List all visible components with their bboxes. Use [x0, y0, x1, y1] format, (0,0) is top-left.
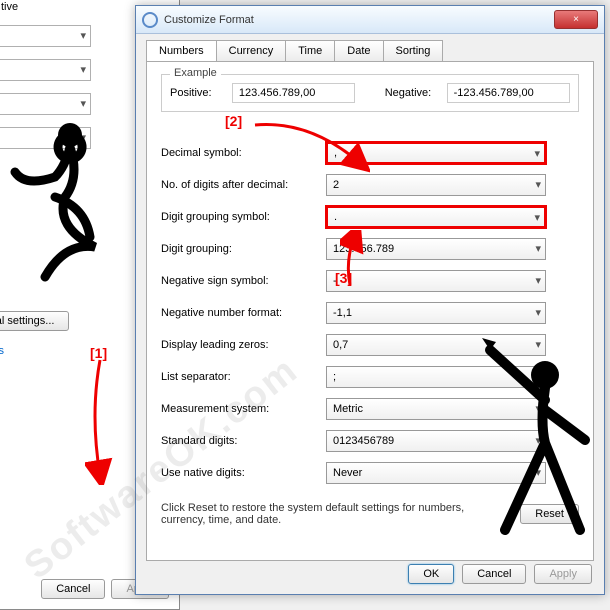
select-digits-after[interactable]: 2 [326, 174, 546, 196]
select-native-digits[interactable]: Never [326, 462, 546, 484]
select-decimal-symbol[interactable]: , [326, 142, 546, 164]
tab-date[interactable]: Date [334, 40, 383, 61]
titlebar: Customize Format × [136, 6, 604, 34]
label-std-digits: Standard digits: [161, 435, 326, 447]
select-grouping-symbol[interactable]: . [326, 206, 546, 228]
select-leading-zeros[interactable]: 0,7 [326, 334, 546, 356]
label-native-digits: Use native digits: [161, 467, 326, 479]
reset-button[interactable]: Reset [520, 504, 579, 524]
tab-numbers[interactable]: Numbers [146, 40, 217, 61]
bg-dropdown[interactable] [0, 59, 91, 81]
label-grouping-symbol: Digit grouping symbol: [161, 211, 326, 223]
negative-label: Negative: [385, 87, 437, 99]
select-neg-format[interactable]: -1,1 [326, 302, 546, 324]
select-measurement[interactable]: Metric [326, 398, 546, 420]
positive-label: Positive: [170, 87, 222, 99]
reset-text: Click Reset to restore the system defaul… [161, 502, 510, 526]
tab-time[interactable]: Time [285, 40, 335, 61]
tab-strip: Numbers Currency Time Date Sorting [136, 34, 604, 61]
label-neg-sign: Negative sign symbol: [161, 275, 326, 287]
customize-format-dialog: Customize Format × Numbers Currency Time… [135, 5, 605, 595]
additional-settings-button[interactable]: Additional settings... [0, 311, 69, 331]
cancel-button[interactable]: Cancel [462, 564, 526, 584]
label-neg-format: Negative number format: [161, 307, 326, 319]
dialog-title: Customize Format [164, 14, 554, 26]
positive-value: 123.456.789,00 [232, 83, 355, 103]
label-digits-after: No. of digits after decimal: [161, 179, 326, 191]
label-leading-zeros: Display leading zeros: [161, 339, 326, 351]
example-group: Example Positive: 123.456.789,00 Negativ… [161, 74, 579, 112]
bg-cancel-button[interactable]: Cancel [41, 579, 105, 599]
label-decimal-symbol: Decimal symbol: [161, 147, 326, 159]
bg-dropdown[interactable] [0, 127, 91, 149]
select-grouping[interactable]: 123.456.789 [326, 238, 546, 260]
label-grouping: Digit grouping: [161, 243, 326, 255]
apply-button: Apply [534, 564, 592, 584]
tab-body: Example Positive: 123.456.789,00 Negativ… [146, 61, 594, 561]
label-measurement: Measurement system: [161, 403, 326, 415]
label-list-sep: List separator: [161, 371, 326, 383]
tab-currency[interactable]: Currency [216, 40, 287, 61]
globe-icon [142, 12, 158, 28]
close-button[interactable]: × [554, 10, 598, 29]
select-list-sep[interactable]: ; [326, 366, 546, 388]
select-std-digits[interactable]: 0123456789 [326, 430, 546, 452]
negative-value: -123.456.789,00 [447, 83, 570, 103]
bg-dropdown[interactable] [0, 93, 91, 115]
example-legend: Example [170, 67, 221, 79]
ok-button[interactable]: OK [408, 564, 454, 584]
select-neg-sign[interactable]: - [326, 270, 546, 292]
tab-sorting[interactable]: Sorting [383, 40, 444, 61]
bg-tab: tive [1, 1, 18, 13]
bg-dropdown[interactable] [0, 25, 91, 47]
